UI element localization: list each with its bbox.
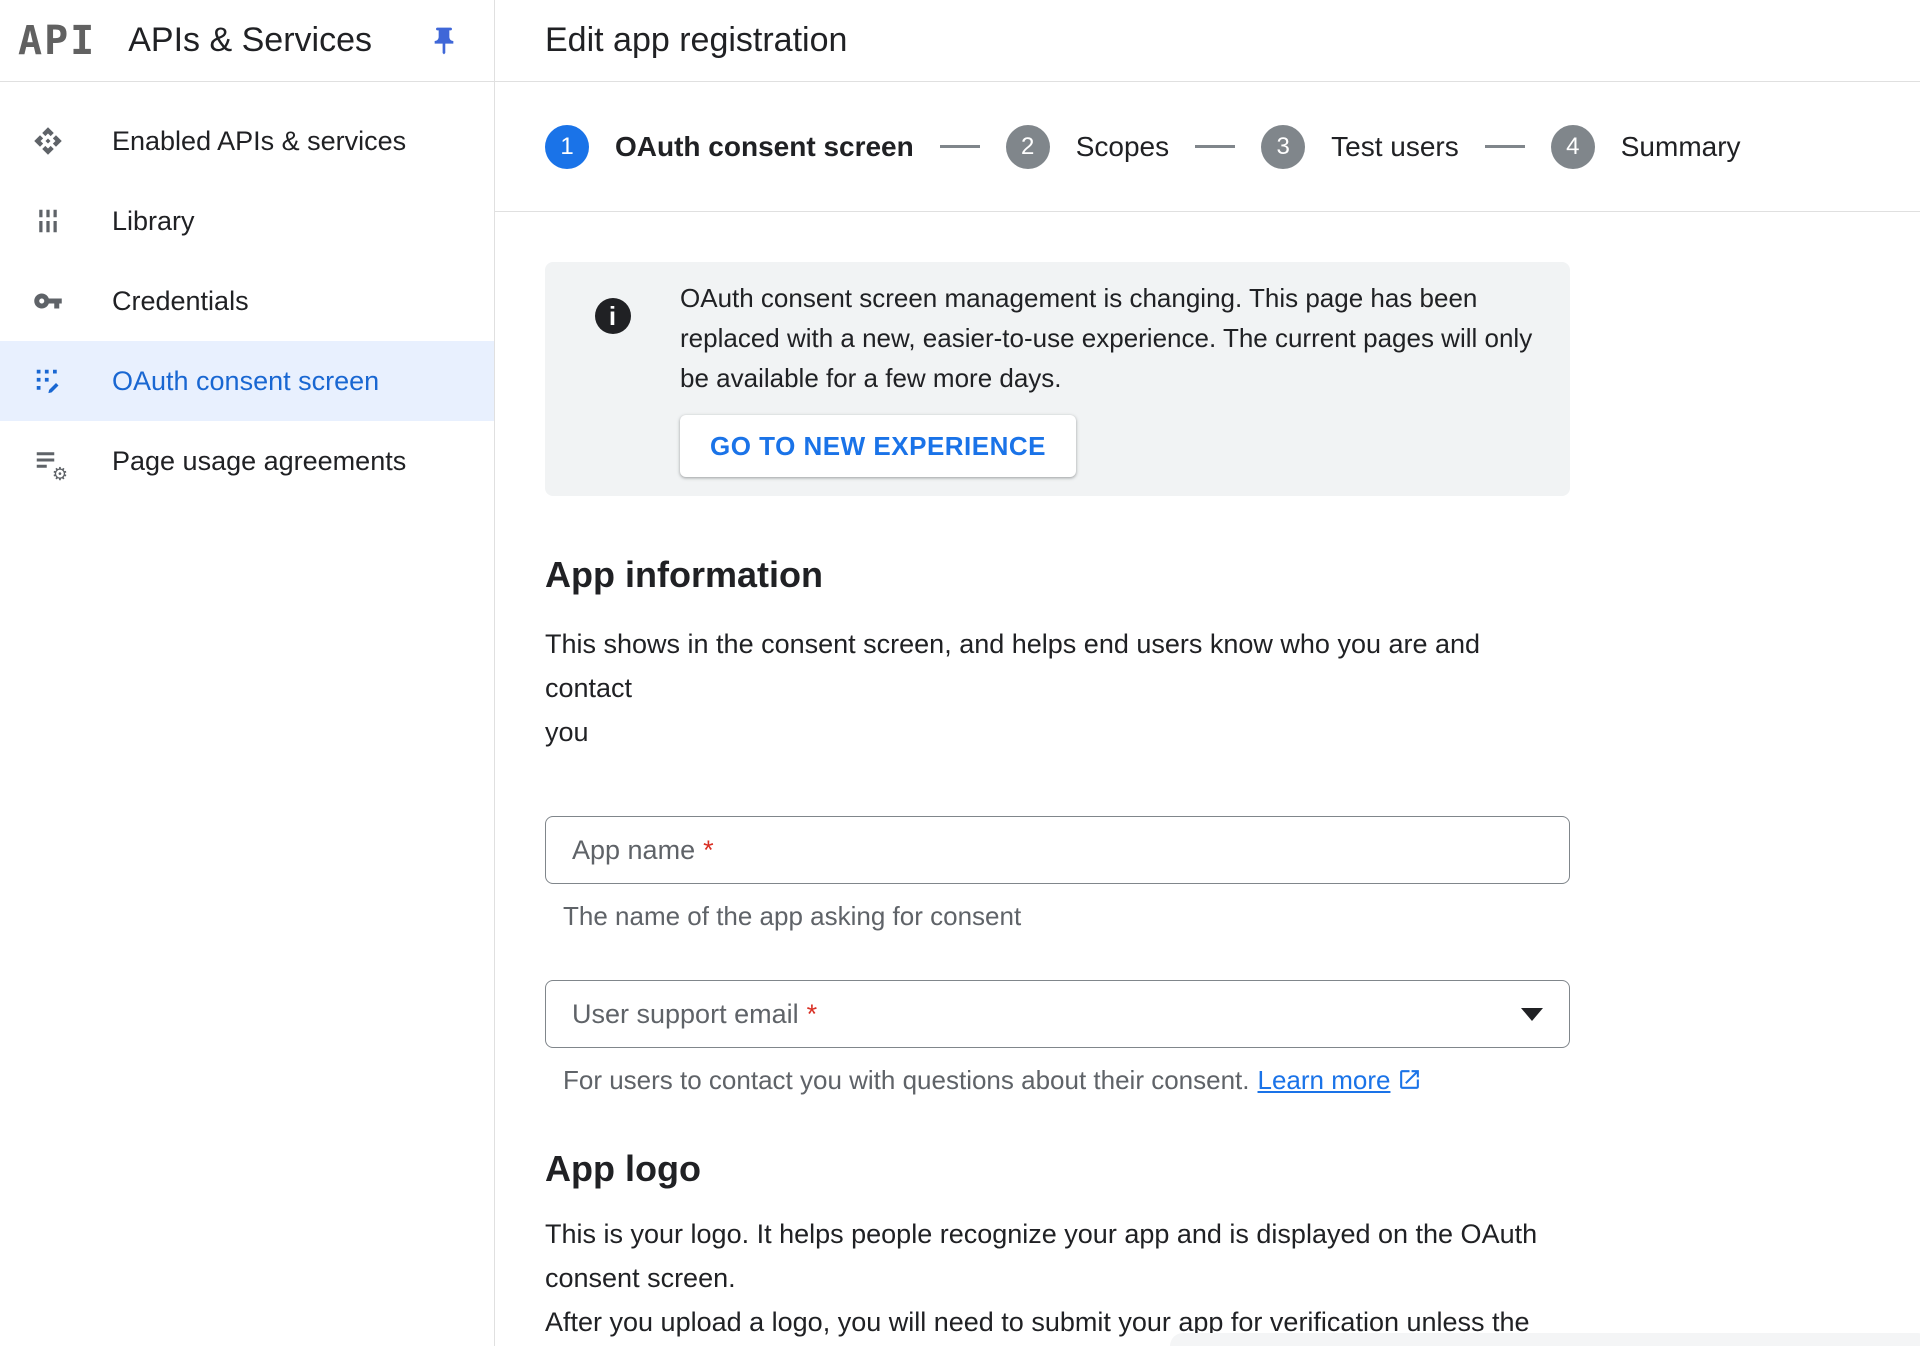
sidebar-item-credentials[interactable]: Credentials [0, 261, 494, 341]
sidebar-item-label: OAuth consent screen [112, 366, 379, 397]
app-information-description: This shows in the consent screen, and he… [545, 622, 1570, 754]
sidebar-item-label: Library [112, 206, 195, 237]
required-asterisk: * [807, 999, 818, 1030]
learn-more-link[interactable]: Learn more [1258, 1065, 1391, 1095]
sidebar-item-library[interactable]: Library [0, 181, 494, 261]
required-asterisk: * [703, 835, 714, 866]
agreements-gear-icon: ⚙ [32, 445, 64, 477]
sidebar-item-enabled-apis-services[interactable]: Enabled APIs & services [0, 101, 494, 181]
app-logo-heading: App logo [545, 1148, 1570, 1190]
sidebar-item-label: Page usage agreements [112, 446, 406, 477]
go-to-new-experience-button[interactable]: GO TO NEW EXPERIENCE [680, 415, 1076, 477]
step-summary[interactable]: 4 Summary [1551, 125, 1741, 169]
app-information-heading: App information [545, 554, 1570, 596]
sidebar-nav: Enabled APIs & services Library Credenti… [0, 82, 495, 1346]
sidebar-item-label: Enabled APIs & services [112, 126, 406, 157]
sidebar-item-label: Credentials [112, 286, 249, 317]
user-support-email-select[interactable]: User support email * [545, 980, 1570, 1048]
top-bar: API APIs & Services Edit app registratio… [0, 0, 1920, 82]
step-connector [1485, 145, 1525, 148]
user-support-email-helper: For users to contact you with questions … [563, 1062, 1570, 1098]
step-test-users[interactable]: 3 Test users [1261, 125, 1459, 169]
step-scopes[interactable]: 2 Scopes [1006, 125, 1169, 169]
api-logo: API [18, 18, 96, 64]
apis-services-console: API APIs & Services Edit app registratio… [0, 0, 1920, 1346]
app-name-helper: The name of the app asking for consent [563, 898, 1570, 934]
step-number-badge: 3 [1261, 125, 1305, 169]
key-icon [32, 285, 64, 317]
info-icon: i [595, 298, 631, 334]
page-header: Edit app registration [495, 0, 1920, 81]
product-title: APIs & Services [128, 21, 372, 60]
deprecation-banner: i OAuth consent screen management is cha… [545, 262, 1570, 496]
form-content: i OAuth consent screen management is cha… [495, 212, 1570, 1346]
banner-message: OAuth consent screen management is chang… [680, 278, 1550, 398]
step-number-badge: 2 [1006, 125, 1050, 169]
page-title: Edit app registration [545, 21, 847, 60]
app-name-input[interactable]: App name * [545, 816, 1570, 884]
external-link-icon[interactable] [1397, 1065, 1422, 1090]
library-icon [32, 205, 64, 237]
sidebar-item-page-usage-agreements[interactable]: ⚙ Page usage agreements [0, 421, 494, 501]
api-icon [32, 125, 64, 157]
chevron-down-icon[interactable] [1521, 1008, 1543, 1021]
gear-icon: ⚙ [52, 465, 68, 483]
step-connector [940, 145, 980, 148]
step-connector [1195, 145, 1235, 148]
top-bar-product-section: API APIs & Services [0, 0, 495, 81]
step-number-badge: 1 [545, 125, 589, 169]
consent-screen-icon [32, 365, 64, 397]
app-logo-description: This is your logo. It helps people recog… [545, 1212, 1570, 1346]
pin-icon[interactable] [428, 25, 460, 57]
sidebar-item-oauth-consent-screen[interactable]: OAuth consent screen [0, 341, 494, 421]
main-panel: 1 OAuth consent screen 2 Scopes 3 Test u… [495, 82, 1920, 1346]
bottom-sheet-edge [1170, 1333, 1920, 1346]
step-number-badge: 4 [1551, 125, 1595, 169]
registration-stepper: 1 OAuth consent screen 2 Scopes 3 Test u… [495, 82, 1920, 212]
step-oauth-consent-screen[interactable]: 1 OAuth consent screen [545, 125, 914, 169]
